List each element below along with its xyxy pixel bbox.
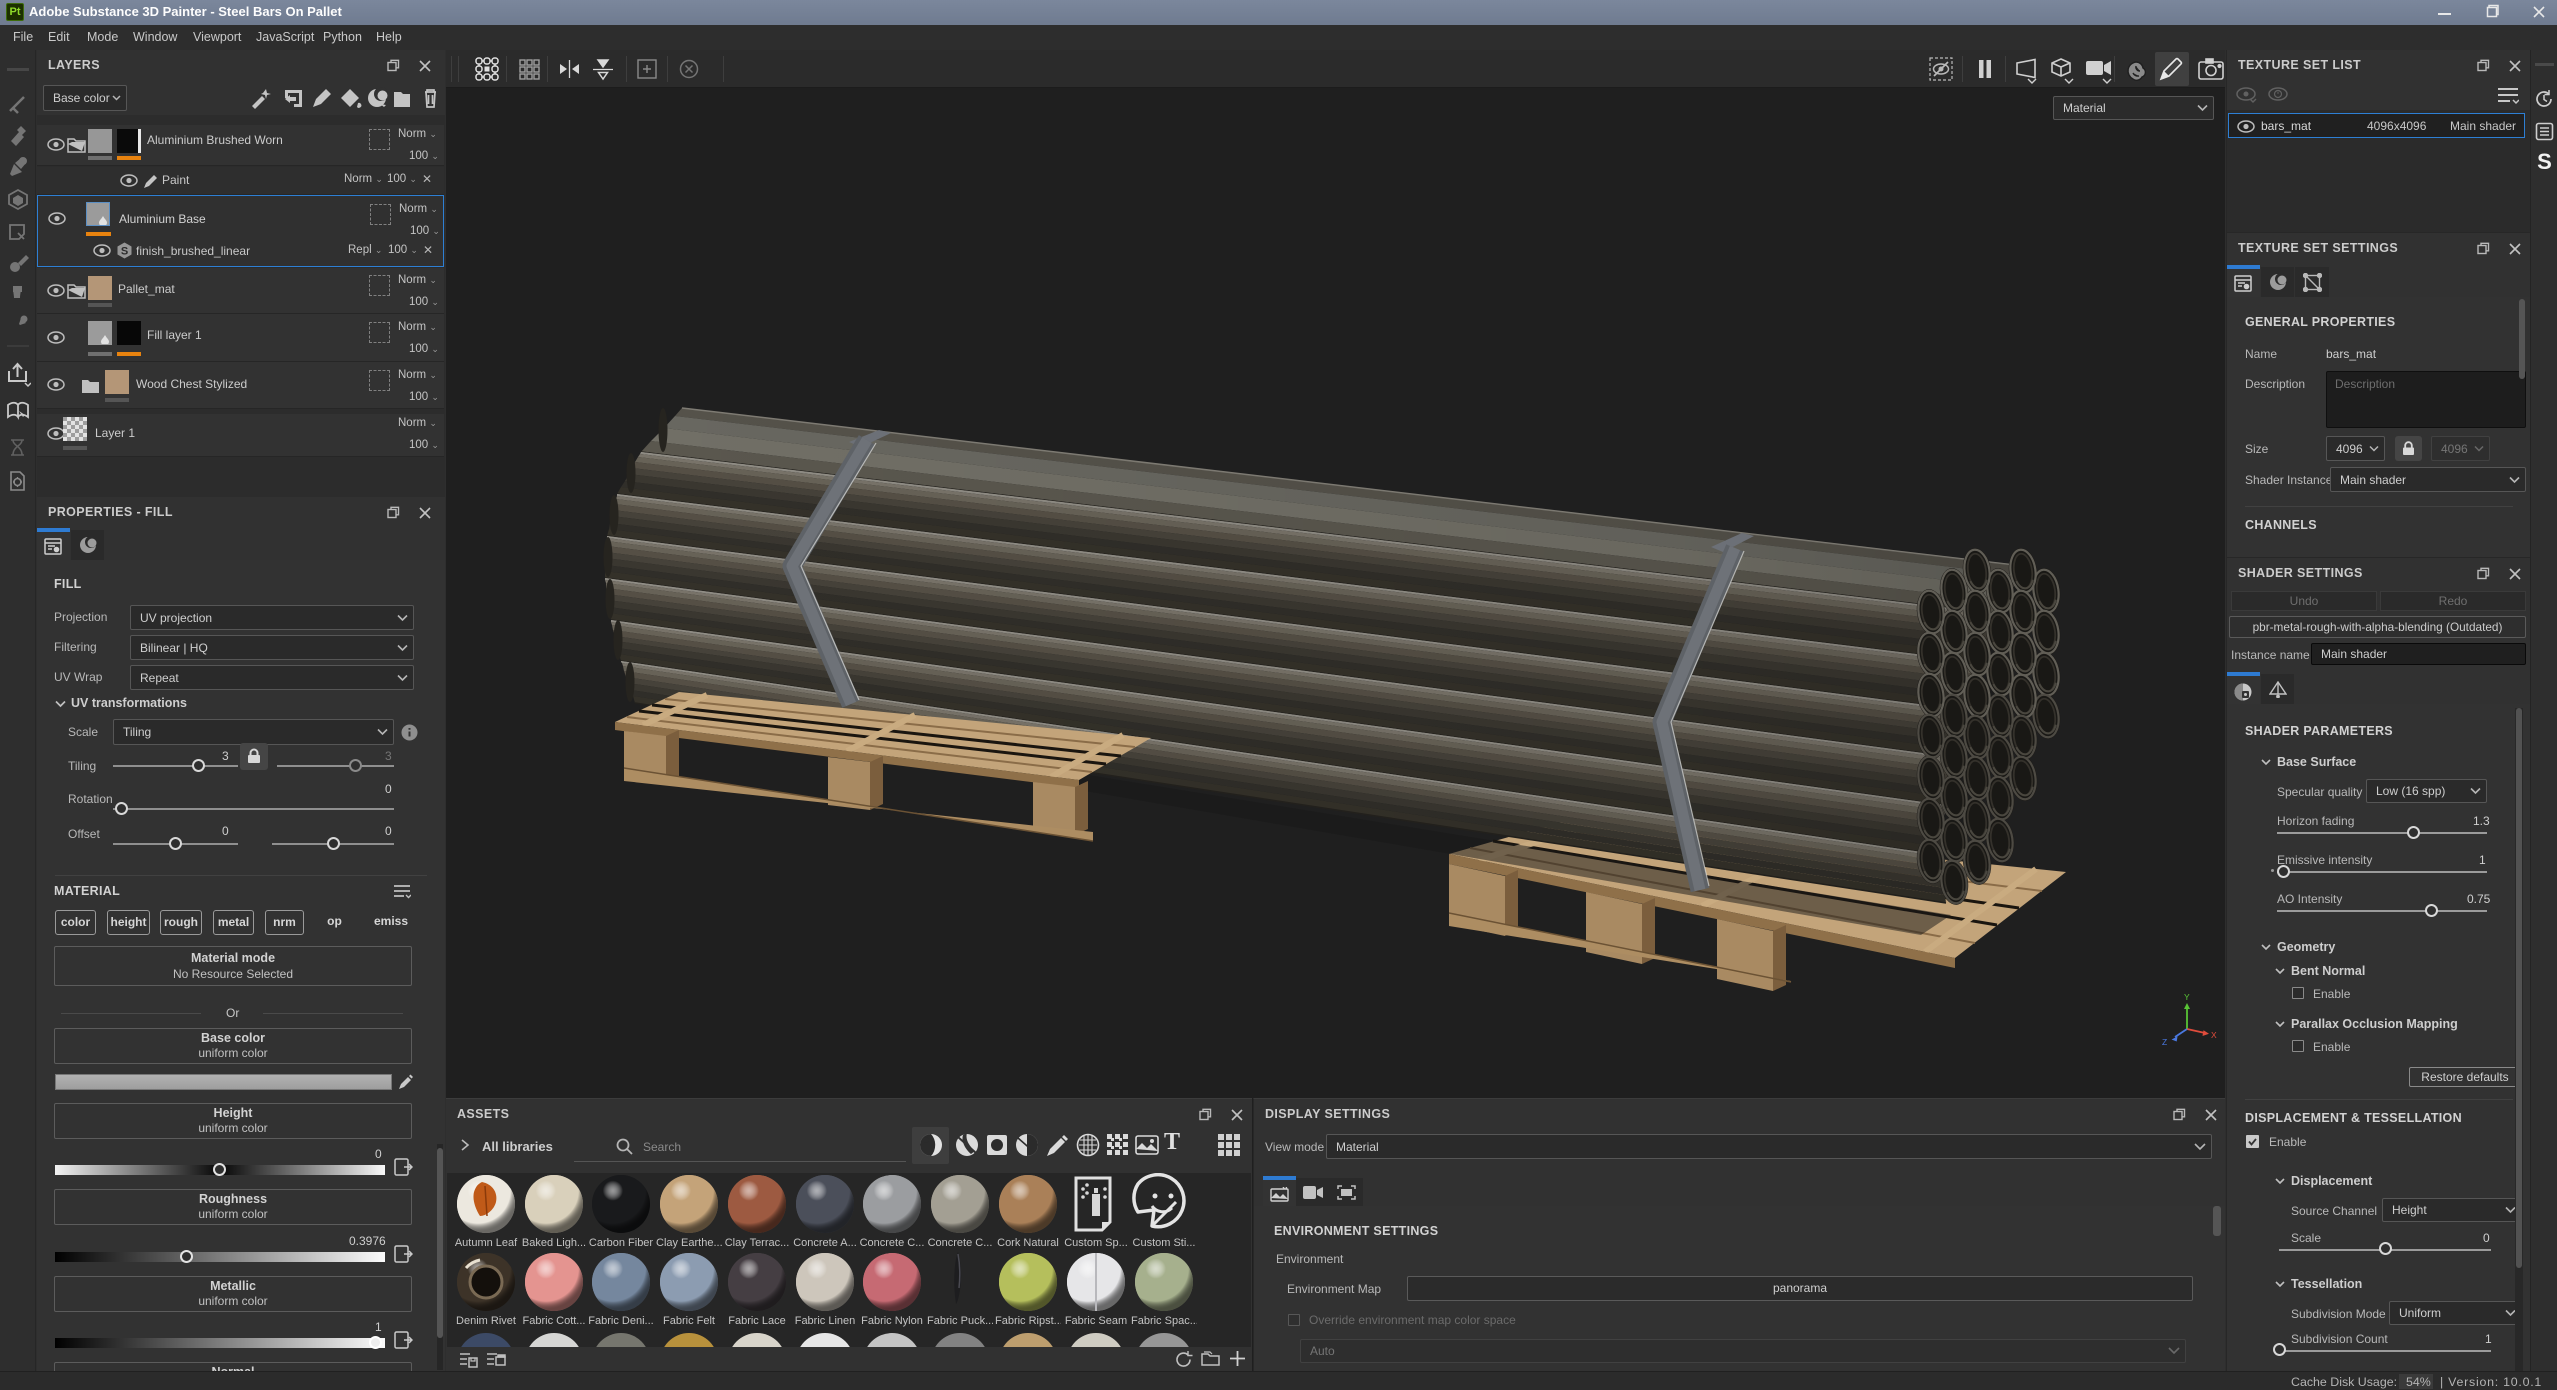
svg-text:Z: Z: [2162, 1037, 2167, 1047]
svg-text:S: S: [121, 246, 128, 258]
svg-text:X: X: [2211, 1030, 2217, 1040]
svg-text:Y: Y: [2184, 992, 2190, 1002]
